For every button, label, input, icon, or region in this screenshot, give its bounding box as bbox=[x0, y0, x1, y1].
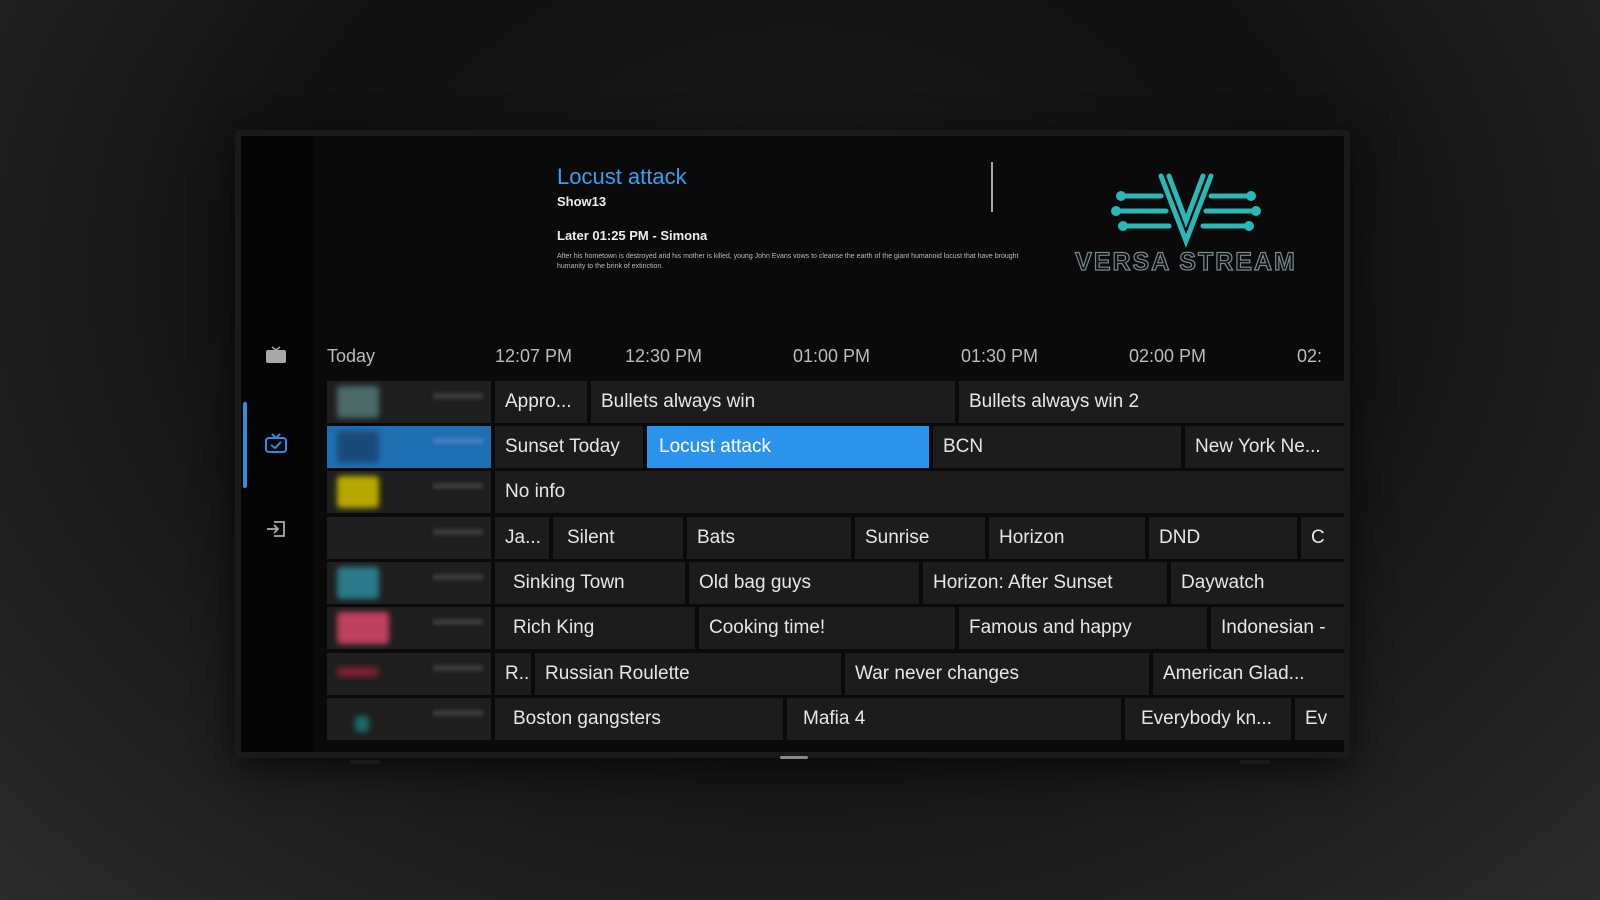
channel-cell[interactable] bbox=[327, 562, 491, 604]
channel-logo bbox=[337, 386, 379, 418]
program-cell[interactable]: R... bbox=[495, 653, 531, 695]
channel-cell-active[interactable] bbox=[327, 426, 491, 468]
channel-cell[interactable] bbox=[327, 607, 491, 649]
channel-cell[interactable] bbox=[327, 653, 491, 695]
channel-row: Appro... Bullets always win Bullets alwa… bbox=[327, 381, 1344, 423]
sidebar bbox=[241, 136, 313, 752]
timeline-header: Today 12:07 PM 12:30 PM 01:00 PM 01:30 P… bbox=[327, 346, 1344, 366]
program-cell[interactable]: Russian Roulette bbox=[535, 653, 841, 695]
program-cell[interactable]: Horizon bbox=[989, 517, 1145, 559]
program-cell[interactable]: Old bag guys bbox=[689, 562, 919, 604]
channel-name bbox=[433, 665, 483, 671]
logo-text: VERSA STREAM bbox=[1075, 247, 1297, 276]
channel-name bbox=[433, 529, 483, 535]
channel-row: Sunset Today Locust attack BCN New York … bbox=[327, 426, 1344, 468]
program-cell[interactable]: Sunrise bbox=[855, 517, 985, 559]
program-cell[interactable]: Bats bbox=[687, 517, 851, 559]
program-description: After his hometown is destroyed and his … bbox=[557, 253, 1019, 270]
program-cell[interactable]: Horizon: After Sunset bbox=[923, 562, 1167, 604]
channel-row: No info bbox=[327, 471, 1344, 513]
logout-icon[interactable] bbox=[263, 516, 289, 542]
program-later: Later 01:25 PM - Simona bbox=[557, 228, 708, 243]
channel-logo bbox=[337, 476, 379, 508]
guide-icon[interactable] bbox=[263, 430, 289, 456]
channel-logo bbox=[337, 667, 379, 677]
program-cell[interactable]: War never changes bbox=[845, 653, 1149, 695]
channel-name bbox=[433, 438, 483, 444]
channel-cell[interactable] bbox=[327, 381, 491, 423]
program-cell-selected[interactable]: Locust attack bbox=[647, 426, 929, 468]
tv-foot-left bbox=[350, 760, 380, 764]
header-divider bbox=[991, 162, 993, 212]
channel-logo bbox=[337, 431, 379, 463]
time-label: 02:00 PM bbox=[1129, 346, 1207, 366]
program-cell[interactable]: Everybody kn... bbox=[1125, 698, 1291, 740]
program-cell[interactable]: Ja... bbox=[495, 517, 549, 559]
program-cell[interactable]: Famous and happy bbox=[959, 607, 1207, 649]
program-cell[interactable]: Mafia 4 bbox=[787, 698, 1121, 740]
channel-logo bbox=[337, 612, 389, 644]
program-cell[interactable]: Daywatch bbox=[1171, 562, 1344, 604]
channel-cell[interactable] bbox=[327, 471, 491, 513]
active-indicator bbox=[243, 402, 247, 488]
program-cell[interactable]: No info bbox=[495, 471, 1344, 513]
program-cell[interactable]: New York Ne... bbox=[1185, 426, 1344, 468]
channel-logo bbox=[337, 567, 379, 599]
program-cell[interactable]: American Glad... bbox=[1153, 653, 1344, 695]
channel-cell[interactable] bbox=[327, 698, 491, 740]
today-label: Today bbox=[327, 346, 376, 366]
program-cell[interactable]: Silent bbox=[553, 517, 683, 559]
channel-cell[interactable] bbox=[327, 517, 491, 559]
tv-foot-right bbox=[1240, 760, 1270, 764]
program-cell[interactable]: Appro... bbox=[495, 381, 587, 423]
channel-row: Rich King Cooking time! Famous and happy… bbox=[327, 607, 1344, 649]
program-cell[interactable]: Cooking time! bbox=[699, 607, 955, 649]
program-show: Show13 bbox=[557, 194, 607, 209]
program-cell[interactable]: Rich King bbox=[495, 607, 695, 649]
program-title: Locust attack bbox=[557, 164, 687, 189]
tv-icon[interactable] bbox=[263, 342, 289, 368]
program-cell[interactable]: Boston gangsters bbox=[495, 698, 783, 740]
time-label: 12:07 PM bbox=[495, 346, 573, 366]
program-cell[interactable]: Ev bbox=[1295, 698, 1344, 740]
program-cell[interactable]: BCN bbox=[933, 426, 1181, 468]
time-label: 12:30 PM bbox=[625, 346, 703, 366]
channel-row: Sinking Town Old bag guys Horizon: After… bbox=[327, 562, 1344, 604]
tv-stand-indicator bbox=[780, 756, 808, 759]
time-label: 01:30 PM bbox=[961, 346, 1039, 366]
channel-name bbox=[433, 619, 483, 625]
program-cell[interactable]: C bbox=[1301, 517, 1344, 559]
channel-name bbox=[433, 710, 483, 716]
program-cell[interactable]: Bullets always win bbox=[591, 381, 955, 423]
tv-screen: Locust attack Show13 Later 01:25 PM - Si… bbox=[235, 130, 1350, 758]
channel-logo bbox=[355, 716, 369, 732]
program-cell[interactable]: DND bbox=[1149, 517, 1297, 559]
program-cell[interactable]: Bullets always win 2 bbox=[959, 381, 1344, 423]
channel-name bbox=[433, 393, 483, 399]
channel-name bbox=[433, 483, 483, 489]
program-cell[interactable]: Sunset Today bbox=[495, 426, 643, 468]
program-cell[interactable]: Sinking Town bbox=[495, 562, 685, 604]
channel-name bbox=[433, 574, 483, 580]
time-label: 02: bbox=[1297, 346, 1323, 366]
channel-row: Boston gangsters Mafia 4 Everybody kn...… bbox=[327, 698, 1344, 740]
program-cell[interactable]: Indonesian - bbox=[1211, 607, 1344, 649]
channel-row: Ja... Silent Bats Sunrise Horizon DND C bbox=[327, 517, 1344, 559]
channel-row: R... Russian Roulette War never changes … bbox=[327, 653, 1344, 695]
time-label: 01:00 PM bbox=[793, 346, 871, 366]
